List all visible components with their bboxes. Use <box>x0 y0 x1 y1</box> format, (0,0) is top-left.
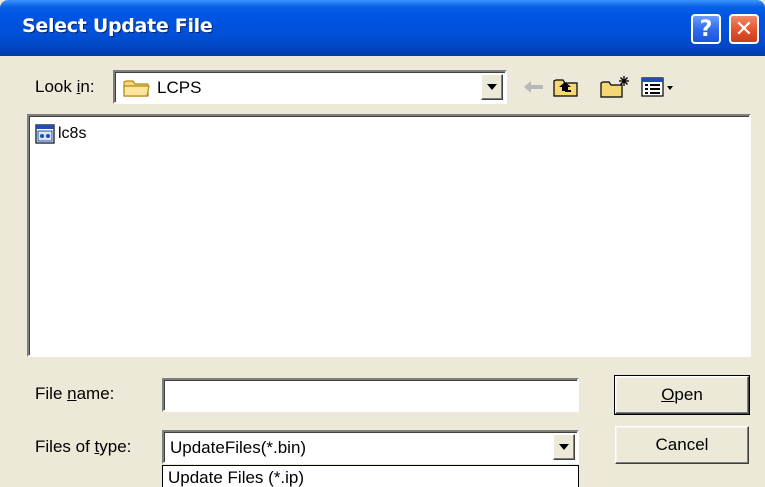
file-list[interactable]: lc8s <box>27 114 751 357</box>
lookin-dropdown-arrow[interactable] <box>481 74 503 100</box>
chevron-down-icon <box>487 84 497 90</box>
back-arrow-icon <box>524 81 543 93</box>
list-item[interactable]: lc8s <box>35 124 86 144</box>
filetype-dropdown-list[interactable]: Update Files (*.ip) <box>162 465 579 487</box>
dll-file-icon <box>35 124 55 144</box>
view-menu-icon <box>641 77 673 97</box>
filetype-value: UpdateFiles(*.bin) <box>170 438 307 457</box>
help-icon: ? <box>699 16 713 42</box>
filetype-dropdown[interactable]: UpdateFiles(*.bin) <box>162 430 579 464</box>
close-button[interactable]: ✕ <box>729 14 759 44</box>
filetype-dropdown-arrow[interactable] <box>553 434 575 460</box>
file-name: lc8s <box>58 125 87 142</box>
lookin-label: Look in: <box>35 77 95 96</box>
up-folder-button[interactable] <box>553 76 579 98</box>
filename-label: File name: <box>35 384 115 403</box>
title-bar[interactable]: Select Update File ? ✕ <box>0 0 765 56</box>
view-menu-button[interactable] <box>641 76 677 98</box>
close-icon: ✕ <box>734 16 754 42</box>
new-folder-button[interactable] <box>600 76 630 98</box>
chevron-down-icon <box>559 444 569 450</box>
cancel-button[interactable]: Cancel <box>615 426 749 464</box>
window-title: Select Update File <box>22 15 213 37</box>
filename-input[interactable] <box>162 378 579 412</box>
filetype-label: Files of type: <box>35 437 132 456</box>
back-button[interactable] <box>523 76 545 98</box>
chevron-down-icon <box>667 86 673 90</box>
dropdown-option[interactable]: Update Files (*.ip) <box>168 468 304 487</box>
open-button[interactable]: Open <box>614 375 750 415</box>
lookin-dropdown[interactable]: LCPS <box>113 70 507 104</box>
help-button[interactable]: ? <box>691 14 721 44</box>
new-folder-icon <box>600 76 629 98</box>
lookin-value: LCPS <box>157 78 202 97</box>
up-folder-icon <box>553 79 578 97</box>
folder-icon <box>123 78 151 103</box>
